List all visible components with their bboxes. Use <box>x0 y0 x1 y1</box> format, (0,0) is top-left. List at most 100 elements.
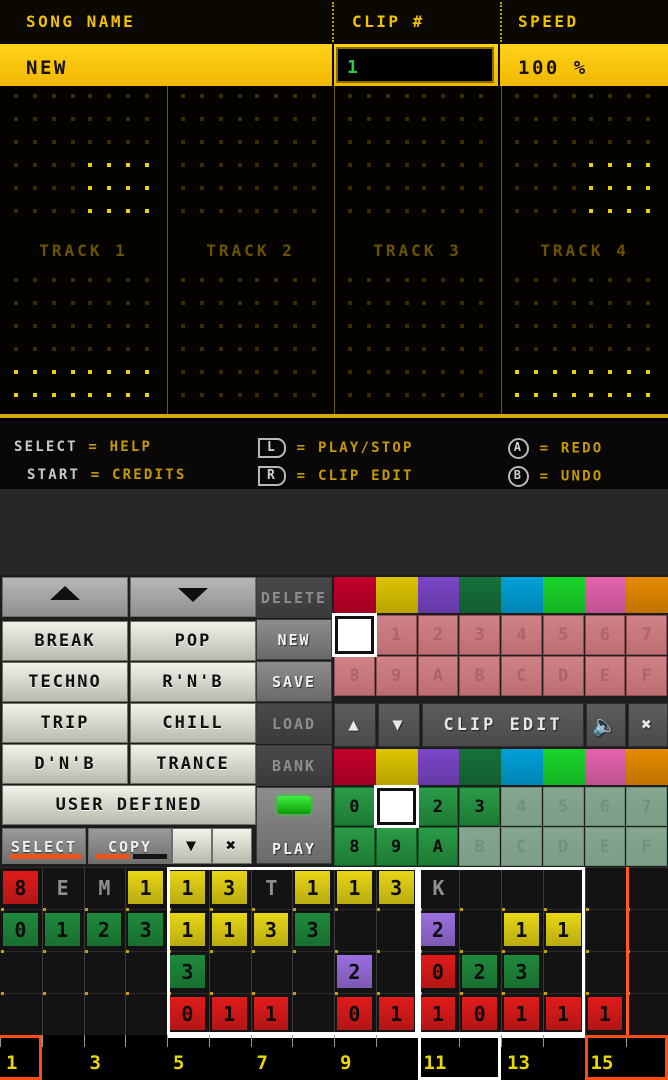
sequencer-note-cell[interactable]: 1 <box>504 913 539 946</box>
sequencer-note-cell[interactable]: 1 <box>587 997 623 1030</box>
hex-cell-bottom-A[interactable]: A <box>417 827 459 866</box>
track-column-2[interactable]: TRACK 2 <box>167 86 334 416</box>
sequencer-note-cell[interactable]: 2 <box>420 913 456 946</box>
sequencer-note-cell[interactable]: 0 <box>3 913 38 946</box>
hex-cell-top-4[interactable]: 4 <box>501 615 542 655</box>
sequencer-note-cell[interactable]: 1 <box>295 871 330 904</box>
user-defined-button[interactable]: USER DEFINED <box>2 785 256 825</box>
palette-swatch-top-6[interactable] <box>584 577 627 613</box>
sequencer-note-cell[interactable]: 1 <box>545 997 581 1030</box>
hex-cell-top-D[interactable]: D <box>542 656 584 696</box>
edit-down-button[interactable]: ▼ <box>378 703 420 747</box>
sequencer-note-cell[interactable]: 2 <box>337 955 372 988</box>
hex-cell-bottom-E[interactable]: E <box>584 827 626 866</box>
play-button[interactable]: PLAY <box>256 787 332 864</box>
close-button[interactable]: ✖ <box>212 828 252 864</box>
palette-swatch-bottom-6[interactable] <box>584 749 627 785</box>
hex-cell-top-B[interactable]: B <box>459 656 500 696</box>
palette-swatch-bottom-0[interactable] <box>334 749 376 785</box>
genre-button-trip[interactable]: TRIP <box>2 703 128 743</box>
sequencer-note-cell[interactable]: 1 <box>378 997 414 1030</box>
speed-value[interactable]: 100 % <box>518 57 588 79</box>
sequencer-note-cell[interactable]: 0 <box>420 955 456 988</box>
sequencer-label-cell[interactable]: M <box>84 867 126 909</box>
hex-cell-top-2[interactable]: 2 <box>417 615 459 655</box>
sequencer-note-cell[interactable]: 0 <box>170 997 205 1030</box>
genre-button-chill[interactable]: CHILL <box>130 703 256 743</box>
side-button-new[interactable]: NEW <box>256 619 332 660</box>
arrow-up-button[interactable] <box>2 577 128 617</box>
sequencer-note-cell[interactable]: 1 <box>211 913 247 946</box>
sequencer-note-cell[interactable]: 3 <box>295 913 330 946</box>
hex-cell-bottom-D[interactable]: D <box>542 827 584 866</box>
genre-button-trance[interactable]: TRANCE <box>130 744 256 784</box>
hex-cell-bottom-6[interactable]: 6 <box>584 787 626 826</box>
palette-swatch-bottom-3[interactable] <box>459 749 501 785</box>
sequencer-note-cell[interactable]: 1 <box>211 997 247 1030</box>
sequencer-note-cell[interactable]: 1 <box>44 913 80 946</box>
hex-cell-bottom-2[interactable]: 2 <box>417 787 459 826</box>
hex-cell-bottom-8[interactable]: 8 <box>334 827 375 866</box>
palette-swatch-top-5[interactable] <box>542 577 585 613</box>
palette-swatch-top-7[interactable] <box>626 577 668 613</box>
palette-swatch-bottom-1[interactable] <box>375 749 418 785</box>
edit-up-button[interactable]: ▲ <box>334 703 376 747</box>
sequencer-note-cell[interactable]: 3 <box>211 871 247 904</box>
sequencer-label-cell[interactable]: K <box>418 867 460 909</box>
sequencer-note-cell[interactable]: 1 <box>504 997 539 1030</box>
clip-close-button[interactable]: ✖ <box>628 703 668 747</box>
sequencer-note-cell[interactable]: 0 <box>462 997 497 1030</box>
hex-cell-top-1[interactable]: 1 <box>375 615 417 655</box>
sequencer-note-cell[interactable]: 3 <box>170 955 205 988</box>
hex-cell-top-A[interactable]: A <box>417 656 459 696</box>
hex-cell-bottom-C[interactable]: C <box>501 827 542 866</box>
hex-cell-top-C[interactable]: C <box>501 656 542 696</box>
sequencer-note-cell[interactable]: 3 <box>504 955 539 988</box>
hex-cell-top-E[interactable]: E <box>584 656 626 696</box>
hex-cell-bottom-B[interactable]: B <box>459 827 500 866</box>
sequencer-note-cell[interactable]: 8 <box>3 871 38 904</box>
hex-cell-bottom-3[interactable]: 3 <box>459 787 500 826</box>
hex-cell-bottom-5[interactable]: 5 <box>542 787 584 826</box>
hex-cell-top-5[interactable]: 5 <box>542 615 584 655</box>
hex-cell-bottom-7[interactable]: 7 <box>626 787 667 826</box>
hex-cell-top-3[interactable]: 3 <box>459 615 500 655</box>
hex-cell-bottom-0[interactable]: 0 <box>334 787 375 826</box>
hex-cell-bottom-9[interactable]: 9 <box>375 827 417 866</box>
sequencer-note-cell[interactable]: 1 <box>420 997 456 1030</box>
select-button[interactable]: SELECT <box>2 828 86 864</box>
sequencer-note-cell[interactable]: 1 <box>170 871 205 904</box>
sequencer-note-cell[interactable]: 1 <box>337 871 372 904</box>
volume-button[interactable]: 🔈 <box>586 703 626 747</box>
palette-swatch-top-4[interactable] <box>501 577 543 613</box>
clip-number-field[interactable]: 1 <box>336 47 494 83</box>
palette-swatch-bottom-4[interactable] <box>501 749 543 785</box>
sequencer-note-cell[interactable]: 3 <box>128 913 163 946</box>
sequencer-label-cell[interactable]: E <box>42 867 84 909</box>
hex-cell-top-8[interactable]: 8 <box>334 656 375 696</box>
genre-button-dnb[interactable]: D'N'B <box>2 744 128 784</box>
palette-swatch-bottom-5[interactable] <box>542 749 585 785</box>
genre-button-break[interactable]: BREAK <box>2 621 128 661</box>
side-button-save[interactable]: SAVE <box>256 661 332 702</box>
timeline-ruler[interactable]: 1 3 5 7 9 11 13 15 <box>0 1035 668 1080</box>
palette-swatch-top-2[interactable] <box>417 577 460 613</box>
track-grid-area[interactable]: TRACK 1 TRACK 2 TRACK 3 TRACK 4 <box>0 86 668 416</box>
sequencer-note-cell[interactable]: 3 <box>378 871 414 904</box>
palette-swatch-bottom-7[interactable] <box>626 749 668 785</box>
copy-button[interactable]: COPY <box>88 828 172 864</box>
palette-swatch-top-3[interactable] <box>459 577 501 613</box>
palette-swatch-top-1[interactable] <box>375 577 418 613</box>
hex-cell-top-9[interactable]: 9 <box>375 656 417 696</box>
hex-cell-top-6[interactable]: 6 <box>584 615 626 655</box>
sequencer-note-cell[interactable]: 1 <box>545 913 581 946</box>
sequencer-note-cell[interactable]: 1 <box>170 913 205 946</box>
palette-swatch-bottom-2[interactable] <box>417 749 460 785</box>
sequencer-note-cell[interactable]: 0 <box>337 997 372 1030</box>
track-column-4[interactable]: TRACK 4 <box>501 86 668 416</box>
track-column-1[interactable]: TRACK 1 <box>0 86 167 416</box>
sequencer-note-cell[interactable]: 1 <box>128 871 163 904</box>
track-column-3[interactable]: TRACK 3 <box>334 86 501 416</box>
sequencer-note-cell[interactable]: 2 <box>462 955 497 988</box>
hex-cell-top-F[interactable]: F <box>626 656 667 696</box>
